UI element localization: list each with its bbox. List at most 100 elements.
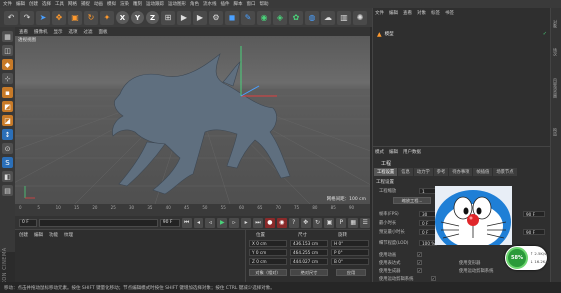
prev-key-icon[interactable]: ◂: [193, 217, 204, 228]
render-settings-icon[interactable]: ⚙: [209, 10, 223, 25]
tab-content-browser[interactable]: 内容浏览器: [552, 78, 558, 98]
attribute-menu-user-data[interactable]: 用户数据: [403, 149, 421, 155]
go-to-start-icon[interactable]: ⏮: [181, 217, 192, 228]
position-x-field[interactable]: X 0 cm: [249, 240, 287, 247]
range-slider[interactable]: [38, 218, 158, 227]
menu-help[interactable]: 帮助: [260, 1, 269, 7]
use-expressions-checkbox[interactable]: ✓: [417, 260, 422, 265]
texture-mode-icon[interactable]: ◫: [2, 45, 13, 56]
use-motion-system-checkbox[interactable]: ✓: [431, 276, 436, 281]
tab-dynamics[interactable]: 动力学: [413, 168, 433, 176]
tab-project-settings[interactable]: 工程设置: [374, 168, 398, 176]
tab-scene-nodes[interactable]: 场景节点: [493, 168, 517, 176]
menu-script[interactable]: 脚本: [234, 1, 243, 7]
position-z-field[interactable]: Z 0 cm: [249, 258, 287, 265]
tab-info[interactable]: 信息: [398, 168, 413, 176]
viewport-menu-panel[interactable]: 面板: [99, 29, 108, 35]
next-key-icon[interactable]: ▸: [241, 217, 252, 228]
menu-file[interactable]: 文件: [3, 1, 12, 7]
live-select-icon[interactable]: ✦: [100, 10, 114, 25]
edges-mode-icon[interactable]: ◩: [2, 101, 13, 112]
use-animation-checkbox[interactable]: ✓: [417, 252, 422, 257]
preview-max-field[interactable]: 90 F: [523, 229, 545, 235]
next-frame-icon[interactable]: ▹: [229, 217, 240, 228]
menu-character[interactable]: 角色: [190, 1, 199, 7]
tab-frame-interpolation[interactable]: 帧插值: [473, 168, 493, 176]
menu-create[interactable]: 创建: [29, 1, 38, 7]
viewport-menu-view[interactable]: 查看: [19, 29, 28, 35]
tab-todo[interactable]: 待办事项: [449, 168, 473, 176]
points-mode-icon[interactable]: ▪: [2, 87, 13, 98]
object-menu-bookmarks[interactable]: 书签: [445, 10, 454, 16]
workplane-icon[interactable]: ◧: [2, 171, 13, 182]
tab-structure[interactable]: 构造: [552, 128, 558, 136]
environment-icon[interactable]: ☁: [321, 10, 335, 25]
viewport-menu-filter[interactable]: 过滤: [84, 29, 93, 35]
redo-icon[interactable]: ↷: [20, 10, 34, 25]
menu-render[interactable]: 渲染: [120, 1, 129, 7]
timeline[interactable]: 0 5 10 15 20 25 30 35 40 45 50 55 60 65 70 75 80 85 90: [15, 204, 370, 216]
material-menu-texture[interactable]: 纹理: [64, 232, 73, 238]
snap-icon[interactable]: S: [2, 157, 13, 168]
coord-mode-select[interactable]: 对象（相对）: [249, 269, 287, 276]
object-menu-view[interactable]: 查看: [403, 10, 412, 16]
object-name[interactable]: 模型: [385, 31, 394, 37]
size-z-field[interactable]: 444.027 cm: [290, 258, 328, 265]
object-menu-tags[interactable]: 标签: [431, 10, 440, 16]
menu-select[interactable]: 选择: [42, 1, 51, 7]
deformer-icon[interactable]: ◍: [305, 10, 319, 25]
select-icon[interactable]: ➤: [36, 10, 50, 25]
use-generators-checkbox[interactable]: ✓: [417, 268, 422, 273]
menu-pipeline[interactable]: 流水线: [203, 1, 217, 7]
position-y-field[interactable]: Y 0 cm: [249, 249, 287, 256]
menu-window[interactable]: 窗口: [247, 1, 256, 7]
size-y-field[interactable]: 464.255 cm: [290, 249, 328, 256]
cube-icon[interactable]: ◼: [225, 10, 239, 25]
y-axis-icon[interactable]: Y: [131, 11, 144, 24]
rotation-p-field[interactable]: P 0°: [331, 249, 369, 256]
auto-key-icon[interactable]: ◉: [276, 217, 287, 228]
end-frame-field[interactable]: 90 F: [159, 218, 180, 227]
rotate-icon[interactable]: ↻: [84, 10, 98, 25]
viewport-menu-display[interactable]: 显示: [54, 29, 63, 35]
max-time-field[interactable]: 90 F: [523, 211, 545, 217]
axis-mode-icon[interactable]: ⊹: [2, 73, 13, 84]
render-view-icon[interactable]: ▶: [177, 10, 191, 25]
object-menu-file[interactable]: 文件: [375, 10, 384, 16]
attribute-menu-edit[interactable]: 编辑: [389, 149, 398, 155]
menu-edit[interactable]: 编辑: [16, 1, 25, 7]
scale-icon[interactable]: ▣: [68, 10, 82, 25]
viewport-menu-cameras[interactable]: 摄像机: [34, 29, 48, 35]
menu-animate[interactable]: 动画: [94, 1, 103, 7]
tweak-mode-icon[interactable]: ⊙: [2, 143, 13, 154]
camera-icon[interactable]: ▥: [337, 10, 351, 25]
menu-plugins[interactable]: 插件: [221, 1, 230, 7]
material-menu-edit[interactable]: 编辑: [34, 232, 43, 238]
extrude-icon[interactable]: ◈: [273, 10, 287, 25]
key-pla-icon[interactable]: ▦: [348, 217, 359, 228]
visibility-check-icon[interactable]: ✓: [543, 31, 547, 37]
render-picture-viewer-icon[interactable]: ▶: [193, 10, 207, 25]
perspective-viewport[interactable]: 透视视图 网格间距：100 cm: [15, 36, 370, 204]
tab-objects[interactable]: 对象: [552, 20, 558, 28]
go-to-end-icon[interactable]: ⏭: [253, 217, 263, 228]
rotation-b-field[interactable]: B 0°: [331, 258, 369, 265]
size-x-field[interactable]: 436.153 cm: [290, 240, 328, 247]
menu-snap[interactable]: 捕捉: [81, 1, 90, 7]
enable-axis-icon[interactable]: ↕: [2, 129, 13, 140]
menu-mograph[interactable]: 运动图形: [168, 1, 186, 7]
material-menu-create[interactable]: 创建: [19, 232, 28, 238]
coord-apply-button[interactable]: 应用: [336, 269, 366, 276]
timeline-menu-icon[interactable]: ☰: [360, 217, 371, 228]
object-menu-objects[interactable]: 对象: [417, 10, 426, 16]
pen-icon[interactable]: ✎: [241, 10, 255, 25]
menu-sculpt[interactable]: 雕刻: [133, 1, 142, 7]
object-menu-edit[interactable]: 编辑: [389, 10, 398, 16]
light-icon[interactable]: ✺: [353, 10, 367, 25]
prev-frame-icon[interactable]: ◃: [205, 217, 216, 228]
move-icon[interactable]: ✥: [52, 10, 66, 25]
object-row[interactable]: ▲ 模型 ✓: [377, 30, 547, 38]
locked-workplane-icon[interactable]: ▤: [2, 185, 13, 196]
menu-tools[interactable]: 工具: [55, 1, 64, 7]
key-rotation-icon[interactable]: ↻: [312, 217, 323, 228]
